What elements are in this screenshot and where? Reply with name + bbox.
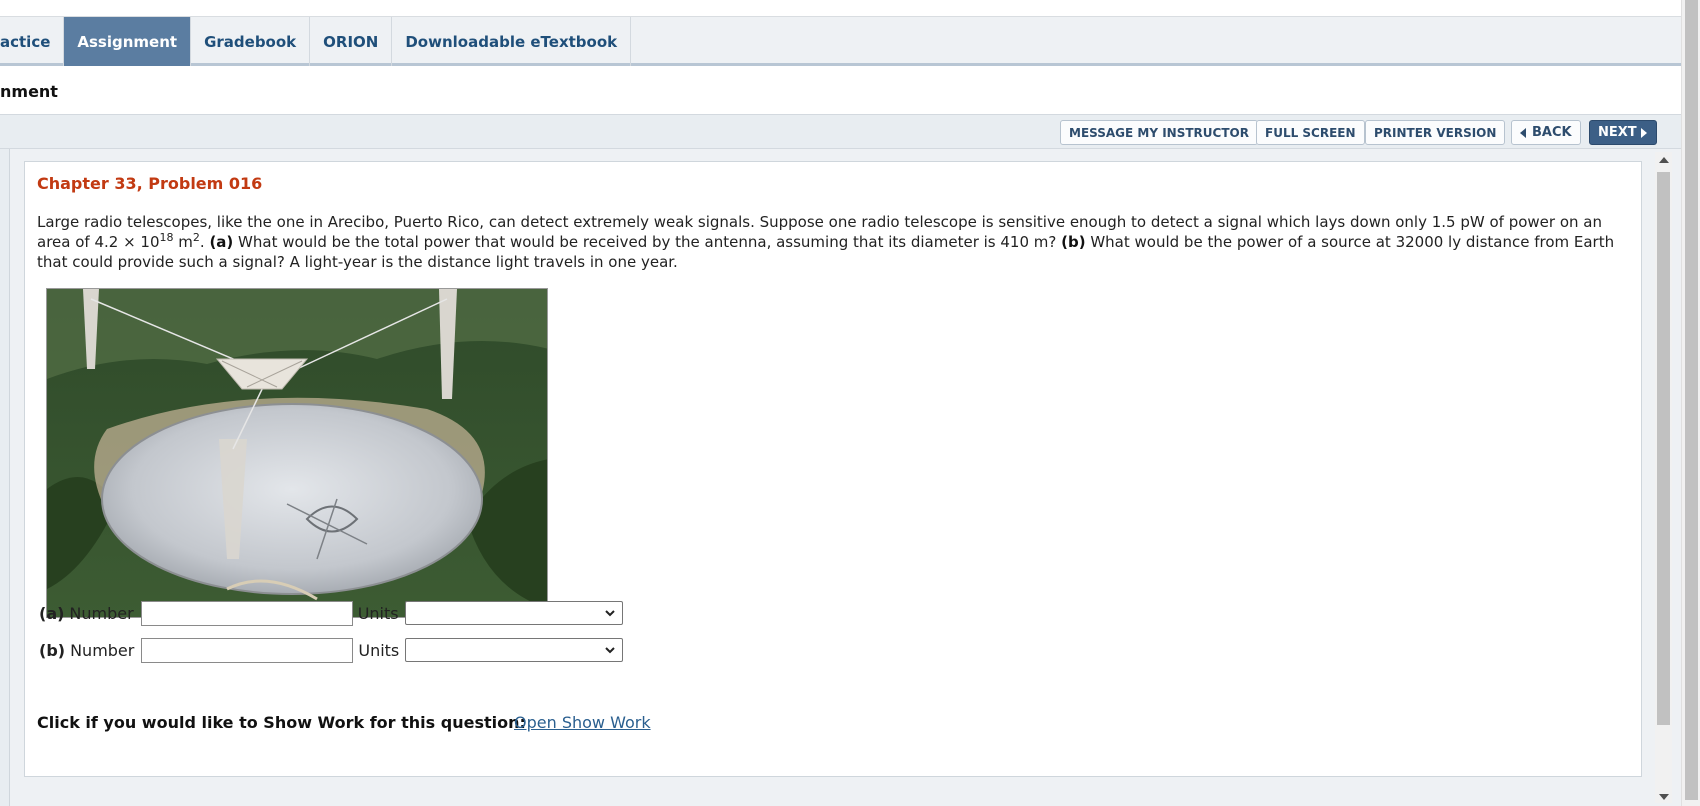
part-b-marker: (b)	[1061, 233, 1086, 251]
page-title: nment	[0, 82, 58, 101]
arecibo-telescope-image	[46, 288, 548, 618]
part-a-marker: (a)	[209, 233, 234, 251]
page-scrollbar[interactable]	[1681, 0, 1700, 806]
part-label: (a)	[39, 603, 65, 623]
open-show-work-link[interactable]: Open Show Work	[514, 713, 651, 732]
assignment-action-bar: MESSAGE MY INSTRUCTOR FULL SCREEN PRINTE…	[0, 114, 1681, 149]
number-label: Number	[69, 603, 134, 623]
units-label: Units	[357, 603, 399, 623]
full-screen-button[interactable]: FULL SCREEN	[1256, 120, 1365, 145]
tab-assignment[interactable]: Assignment	[64, 17, 192, 66]
tab-gradebook[interactable]: Gradebook	[191, 17, 311, 66]
tab-orion[interactable]: ORION	[310, 17, 393, 66]
page-scrollbar-thumb[interactable]	[1685, 0, 1698, 800]
question-panel: Chapter 33, Problem 016 Large radio tele…	[24, 161, 1642, 777]
number-input-a[interactable]	[140, 600, 353, 626]
problem-statement: Large radio telescopes, like the one in …	[37, 212, 1637, 272]
tab-label: Downloadable eTextbook	[405, 32, 618, 51]
content-scrollbar[interactable]	[1655, 152, 1672, 803]
show-work-prompt: Click if you would like to Show Work for…	[37, 713, 526, 732]
problem-text-segment: m	[173, 233, 193, 251]
chevron-right-icon	[1640, 127, 1647, 138]
units-select-a[interactable]	[404, 601, 623, 625]
next-button[interactable]: NEXT	[1589, 120, 1657, 145]
answer-row-b: (b) Number Units	[39, 636, 624, 664]
tab-label: ORION	[323, 32, 379, 51]
back-button[interactable]: BACK	[1511, 120, 1581, 145]
problem-text-segment: What would be the total power that would…	[233, 233, 1062, 251]
exponent: 2	[192, 231, 200, 244]
back-label: BACK	[1532, 125, 1572, 140]
tab-etextbook[interactable]: Downloadable eTextbook	[392, 17, 632, 66]
chevron-down-icon	[604, 610, 615, 617]
tab-label: Assignment	[77, 32, 178, 51]
scrollbar-thumb[interactable]	[1657, 172, 1670, 725]
part-label: (b)	[39, 640, 66, 660]
top-header-strip	[0, 0, 1681, 17]
units-select-b[interactable]	[405, 638, 624, 662]
scroll-up-arrow-icon[interactable]	[1659, 157, 1669, 163]
problem-title: Chapter 33, Problem 016	[37, 174, 263, 193]
number-label: Number	[70, 640, 135, 660]
tab-label: actice	[0, 32, 51, 51]
exponent: 18	[159, 231, 174, 244]
next-label: NEXT	[1598, 125, 1637, 140]
chevron-down-icon	[605, 647, 615, 654]
message-instructor-button[interactable]: MESSAGE MY INSTRUCTOR	[1060, 120, 1258, 145]
units-label: Units	[358, 640, 400, 660]
course-tab-bar: actice Assignment Gradebook ORION Downlo…	[0, 17, 1681, 66]
left-rail	[0, 149, 10, 806]
chevron-left-icon	[1520, 127, 1526, 138]
number-input-b[interactable]	[141, 637, 354, 663]
problem-text-segment: .	[199, 233, 210, 251]
tab-practice[interactable]: actice	[0, 17, 65, 66]
tab-label: Gradebook	[204, 32, 297, 51]
scroll-down-arrow-icon[interactable]	[1659, 794, 1669, 800]
printer-version-button[interactable]: PRINTER VERSION	[1365, 120, 1506, 145]
answer-row-a: (a) Number Units	[39, 599, 623, 627]
